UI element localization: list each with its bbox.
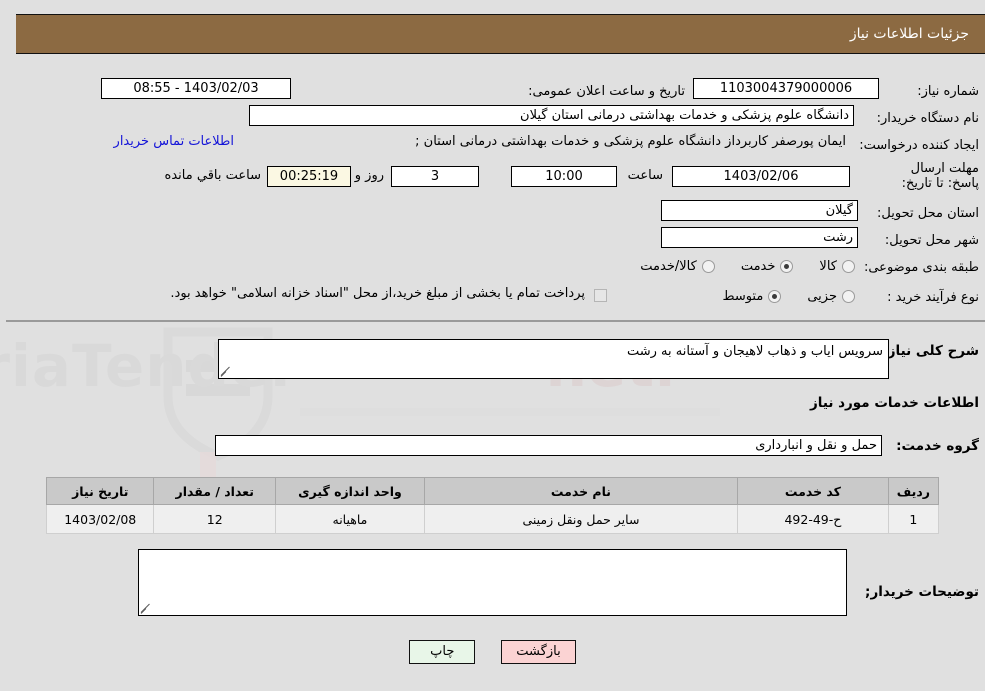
table-row: 1 ح-49-492 سایر حمل ونقل زمینی ماهیانه 12 140… — [45, 504, 940, 534]
announce-datetime-value: 1403/02/03 - 08:55 — [101, 78, 291, 99]
table-header-row: ردیف کد خدمت نام خدمت واحد اندازه گیری تعداد… — [45, 477, 940, 505]
table-header-cell: تعداد / مقدار — [153, 477, 277, 505]
deadline-date-value: 1403/02/06 — [672, 166, 850, 187]
table-header-cell: نام خدمت — [423, 477, 739, 505]
service-group-label: گروه خدمت: — [896, 438, 979, 454]
need-number-label: شماره نیاز: — [917, 83, 979, 99]
subject-category-label: طبقه بندی موضوعی: — [863, 259, 979, 275]
page-title: جزئیات اطلاعات نیاز — [849, 26, 969, 42]
deadline-time-label: ساعت — [627, 168, 663, 183]
table-header-cell: واحد اندازه گیری — [275, 477, 425, 505]
summary-text: سرویس ایاب و ذهاب لاهیجان و آستانه به رش… — [626, 344, 883, 359]
subject-category-option-0[interactable]: کالا — [819, 259, 855, 274]
back-button[interactable]: بازگشت — [501, 640, 576, 664]
creator-value: ایمان پورصفر کاربرداز دانشگاه علوم پزشکی… — [415, 134, 846, 149]
table-header-cell: تاریخ نیاز — [45, 477, 155, 505]
services-table: ردیف کد خدمت نام خدمت واحد اندازه گیری تعداد… — [45, 477, 940, 534]
delivery-province-value: گیلان — [661, 200, 858, 221]
subject-category-option-1[interactable]: خدمت — [741, 259, 794, 274]
deadline-time-value: 10:00 — [511, 166, 617, 187]
subject-category-radio-group[interactable]: کالا خدمت کالا/خدمت — [614, 255, 855, 277]
table-cell: 1 — [887, 504, 940, 534]
resize-grip-icon[interactable] — [220, 365, 233, 377]
need-info-panel: شماره نیاز: 1103004379000006 تاریخ و ساع… — [6, 62, 985, 322]
table-body: 1 ح-49-492 سایر حمل ونقل زمینی ماهیانه 12 140… — [45, 504, 940, 534]
delivery-city-value: رشت — [661, 227, 858, 248]
countdown-label: ساعت باقي مانده — [164, 168, 261, 183]
purchase-process-radio-icon[interactable] — [768, 289, 782, 303]
table-cell: ح-49-492 — [737, 504, 889, 534]
announce-datetime-label: تاریخ و ساعت اعلان عمومی: — [528, 83, 685, 99]
remaining-days-value: 3 — [391, 166, 479, 187]
purchase-process-radio-group[interactable]: جزیی متوسط — [696, 285, 855, 307]
purchase-process-option-label: متوسط — [722, 288, 764, 304]
buyer-contact-link[interactable]: اطلاعات تماس خریدار — [114, 134, 234, 149]
buyer-notes-label: توضیحات خریدار; — [865, 584, 979, 600]
table-header-cell: ردیف — [887, 477, 940, 505]
subject-category-radio-icon[interactable] — [780, 259, 794, 273]
summary-label: شرح کلی نیاز: — [882, 343, 979, 359]
purchase-process-option-label: جزیی — [807, 288, 837, 304]
page-header: جزئیات اطلاعات نیاز — [16, 14, 985, 54]
service-group-value: حمل و نقل و انبارداری — [215, 435, 882, 456]
subject-category-radio-icon[interactable] — [701, 259, 715, 273]
creator-label: ایجاد کننده درخواست: — [859, 137, 979, 153]
subject-category-radio-icon[interactable] — [842, 259, 855, 273]
buyer-org-label: نام دستگاه خریدار: — [876, 110, 979, 126]
countdown-value: 00:25:19 — [267, 166, 351, 187]
delivery-city-label: شهر محل تحویل: — [884, 232, 979, 248]
remaining-days-label: روز و — [354, 168, 384, 183]
purchase-process-option-1[interactable]: متوسط — [722, 288, 782, 304]
delivery-province-label: استان محل تحویل: — [877, 205, 979, 221]
subject-category-option-label: کالا — [819, 258, 837, 274]
table-cell: 12 — [153, 504, 277, 534]
table-cell: 1403/02/08 — [45, 504, 155, 534]
table-header-cell: کد خدمت — [737, 477, 889, 505]
purchase-process-option-0[interactable]: جزیی — [807, 289, 855, 304]
subject-category-option-label: کالا/خدمت — [640, 258, 697, 274]
treasury-docs-note: پرداخت تمام یا بخشی از مبلغ خرید،از محل … — [170, 286, 585, 301]
buyer-org-value: دانشگاه علوم پزشکی و خدمات بهداشتی درمان… — [249, 105, 854, 126]
table-cell: سایر حمل ونقل زمینی — [423, 504, 739, 534]
resize-grip-icon[interactable] — [140, 602, 153, 614]
need-description-panel: شرح کلی نیاز: سرویس ایاب و ذهاب لاهیجان … — [6, 325, 985, 625]
subject-category-option-2[interactable]: کالا/خدمت — [640, 259, 715, 274]
purchase-process-label: نوع فرآیند خرید : — [887, 289, 979, 305]
need-number-value: 1103004379000006 — [693, 78, 879, 99]
buyer-notes-textarea[interactable] — [138, 549, 847, 616]
table-cell: ماهیانه — [275, 504, 425, 534]
subject-category-option-label: خدمت — [740, 258, 776, 274]
footer-actions: بازگشت چاپ — [0, 640, 985, 664]
services-table-wrapper: ردیف کد خدمت نام خدمت واحد اندازه گیری تعداد… — [45, 477, 940, 534]
services-heading: اطلاعات خدمات مورد نیاز — [809, 395, 979, 411]
summary-textarea[interactable]: سرویس ایاب و ذهاب لاهیجان و آستانه به رش… — [218, 339, 889, 379]
deadline-label: مهلت ارسال پاسخ: تا تاریخ: — [901, 161, 979, 191]
print-button[interactable]: چاپ — [409, 640, 476, 664]
treasury-docs-checkbox[interactable] — [594, 289, 607, 302]
purchase-process-radio-icon[interactable] — [842, 289, 855, 303]
